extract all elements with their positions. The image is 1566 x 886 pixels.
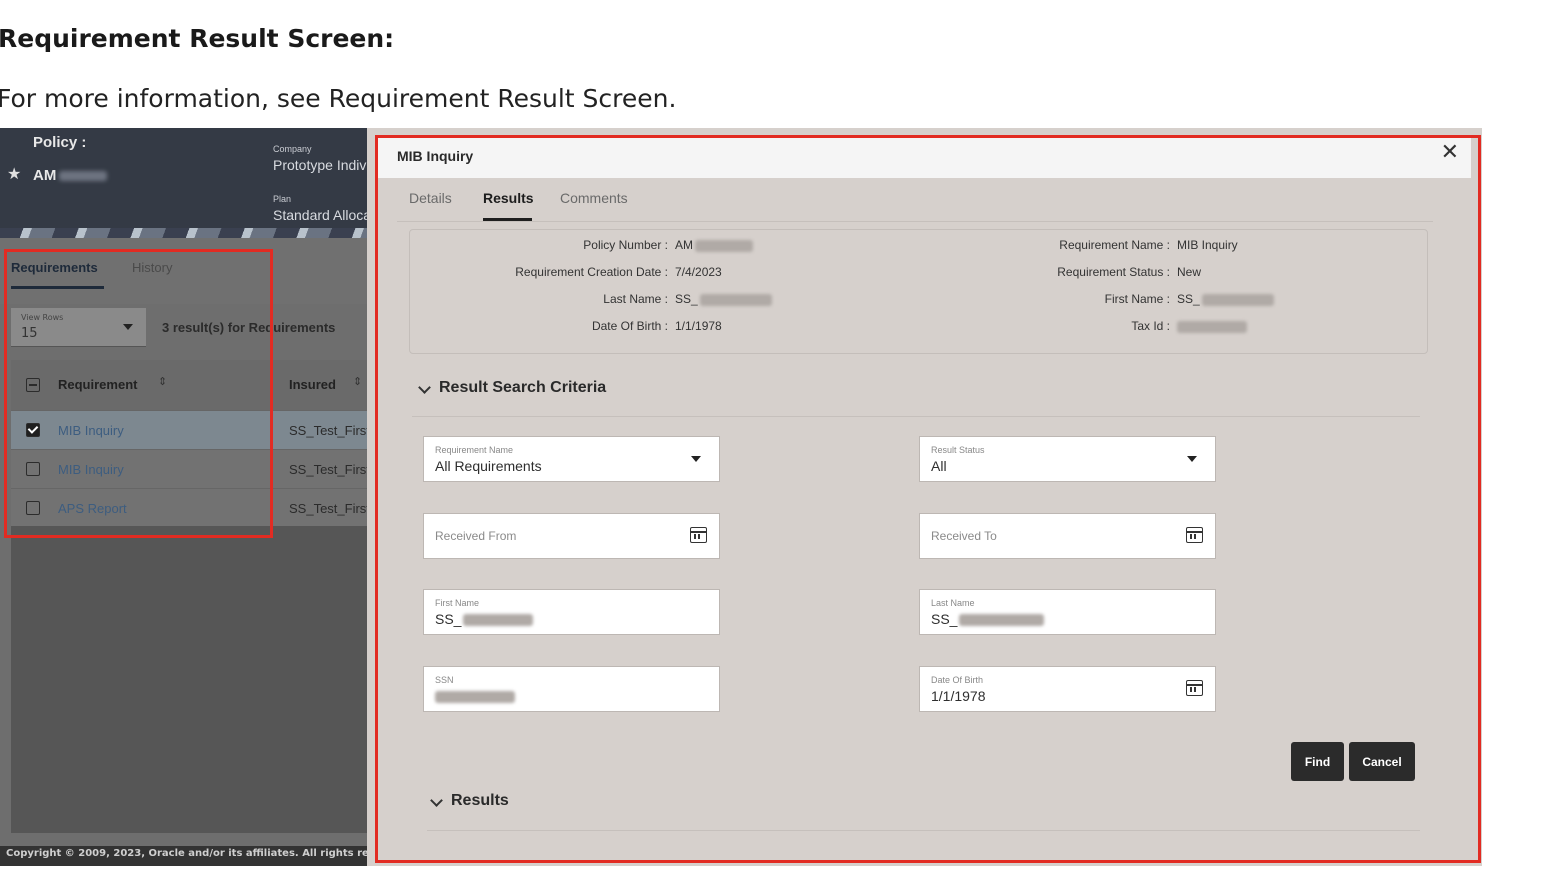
sort-icon[interactable]: ⇕ [353, 375, 362, 388]
screenshot: Policy : ★ AM Company Prototype Indiv Pl… [0, 128, 1482, 866]
copyright-footer: Copyright © 2009, 2023, Oracle and/or it… [0, 846, 370, 866]
policy-number: AM [33, 167, 108, 184]
plan-label: Plan [273, 194, 292, 204]
policy-header: Policy : ★ AM Company Prototype Indiv Pl… [0, 128, 372, 228]
doc-paragraph: For more information, see Requirement Re… [0, 84, 677, 113]
company-label: Company [273, 144, 312, 154]
insured-name: SS_Test_First [289, 423, 370, 438]
annotation-highlight-left [4, 249, 273, 538]
insured-name: SS_Test_First [289, 501, 370, 516]
doc-heading: Requirement Result Screen: [0, 24, 395, 53]
policy-label: Policy : [33, 134, 87, 151]
header-stripe [0, 228, 370, 238]
company-value: Prototype Indiv [273, 157, 367, 173]
column-insured[interactable]: Insured [289, 377, 336, 392]
redacted-value [59, 171, 108, 182]
plan-value: Standard Alloca [273, 207, 372, 223]
empty-area [11, 526, 370, 833]
star-icon[interactable]: ★ [7, 164, 21, 183]
annotation-highlight-modal [375, 135, 1481, 863]
insured-name: SS_Test_First [289, 462, 370, 477]
